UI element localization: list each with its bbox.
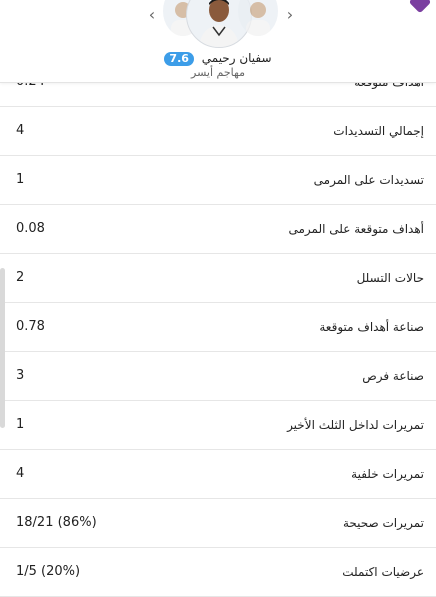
stat-row: تمريرات صحيحة 18/21 (86%)	[0, 499, 436, 548]
team-logo-icon	[408, 0, 432, 14]
rating-badge: 7.6	[164, 52, 194, 66]
stat-row: صناعة فرص 3	[0, 352, 436, 401]
stat-label: حالات التسلل	[356, 271, 424, 285]
stat-value: 4	[16, 123, 25, 138]
stat-label: تسديدات على المرمى	[313, 173, 424, 187]
scrollbar[interactable]	[0, 268, 5, 428]
player-name: سفيان رحيمي	[201, 51, 272, 65]
stat-row: تمريرات خلفية 4	[0, 450, 436, 499]
stat-value: 0.78	[16, 319, 45, 334]
stats-list: أهداف متوقعة 0.24 إجمالي التسديدات 4 تسد…	[0, 58, 436, 597]
stat-label: صناعة فرص	[362, 369, 424, 383]
player-header: ‹ › 7.6 سفيان رحيمي مهاجم أيسر	[0, 0, 436, 83]
stat-row: تسديدات على المرمى 1	[0, 156, 436, 205]
stat-value: 4	[16, 466, 25, 481]
stat-value: 1	[16, 172, 25, 187]
stat-label: عرضيات اكتملت	[342, 565, 424, 579]
stat-label: تمريرات خلفية	[351, 467, 424, 481]
prev-player-button[interactable]: ‹	[145, 4, 159, 26]
player-name-row: 7.6 سفيان رحيمي	[0, 50, 436, 66]
stat-value: 3	[16, 368, 25, 383]
stat-row: إجمالي التسديدات 4	[0, 107, 436, 156]
stat-row: عرضيات اكتملت 1/5 (20%)	[0, 548, 436, 597]
stat-label: تمريرات لداخل الثلث الأخير	[287, 418, 424, 432]
stat-value: 1/5 (20%)	[16, 564, 81, 579]
stat-row: تمريرات لداخل الثلث الأخير 1	[0, 401, 436, 450]
stat-row: أهداف متوقعة على المرمى 0.08	[0, 205, 436, 254]
stat-row: حالات التسلل 2	[0, 254, 436, 303]
stat-label: صناعة أهداف متوقعة	[319, 320, 424, 334]
stat-value: 0.08	[16, 221, 45, 236]
player-position: مهاجم أيسر	[191, 66, 245, 79]
next-player-button[interactable]: ›	[283, 4, 297, 26]
stat-value: 2	[16, 270, 25, 285]
stat-label: تمريرات صحيحة	[342, 516, 424, 530]
stat-value: 1	[16, 417, 25, 432]
stat-label: أهداف متوقعة على المرمى	[288, 222, 425, 236]
stat-value: 18/21 (86%)	[16, 515, 97, 530]
player-carousel: ‹ ›	[0, 0, 436, 52]
stat-row: صناعة أهداف متوقعة 0.78	[0, 303, 436, 352]
stat-label: إجمالي التسديدات	[333, 124, 424, 138]
